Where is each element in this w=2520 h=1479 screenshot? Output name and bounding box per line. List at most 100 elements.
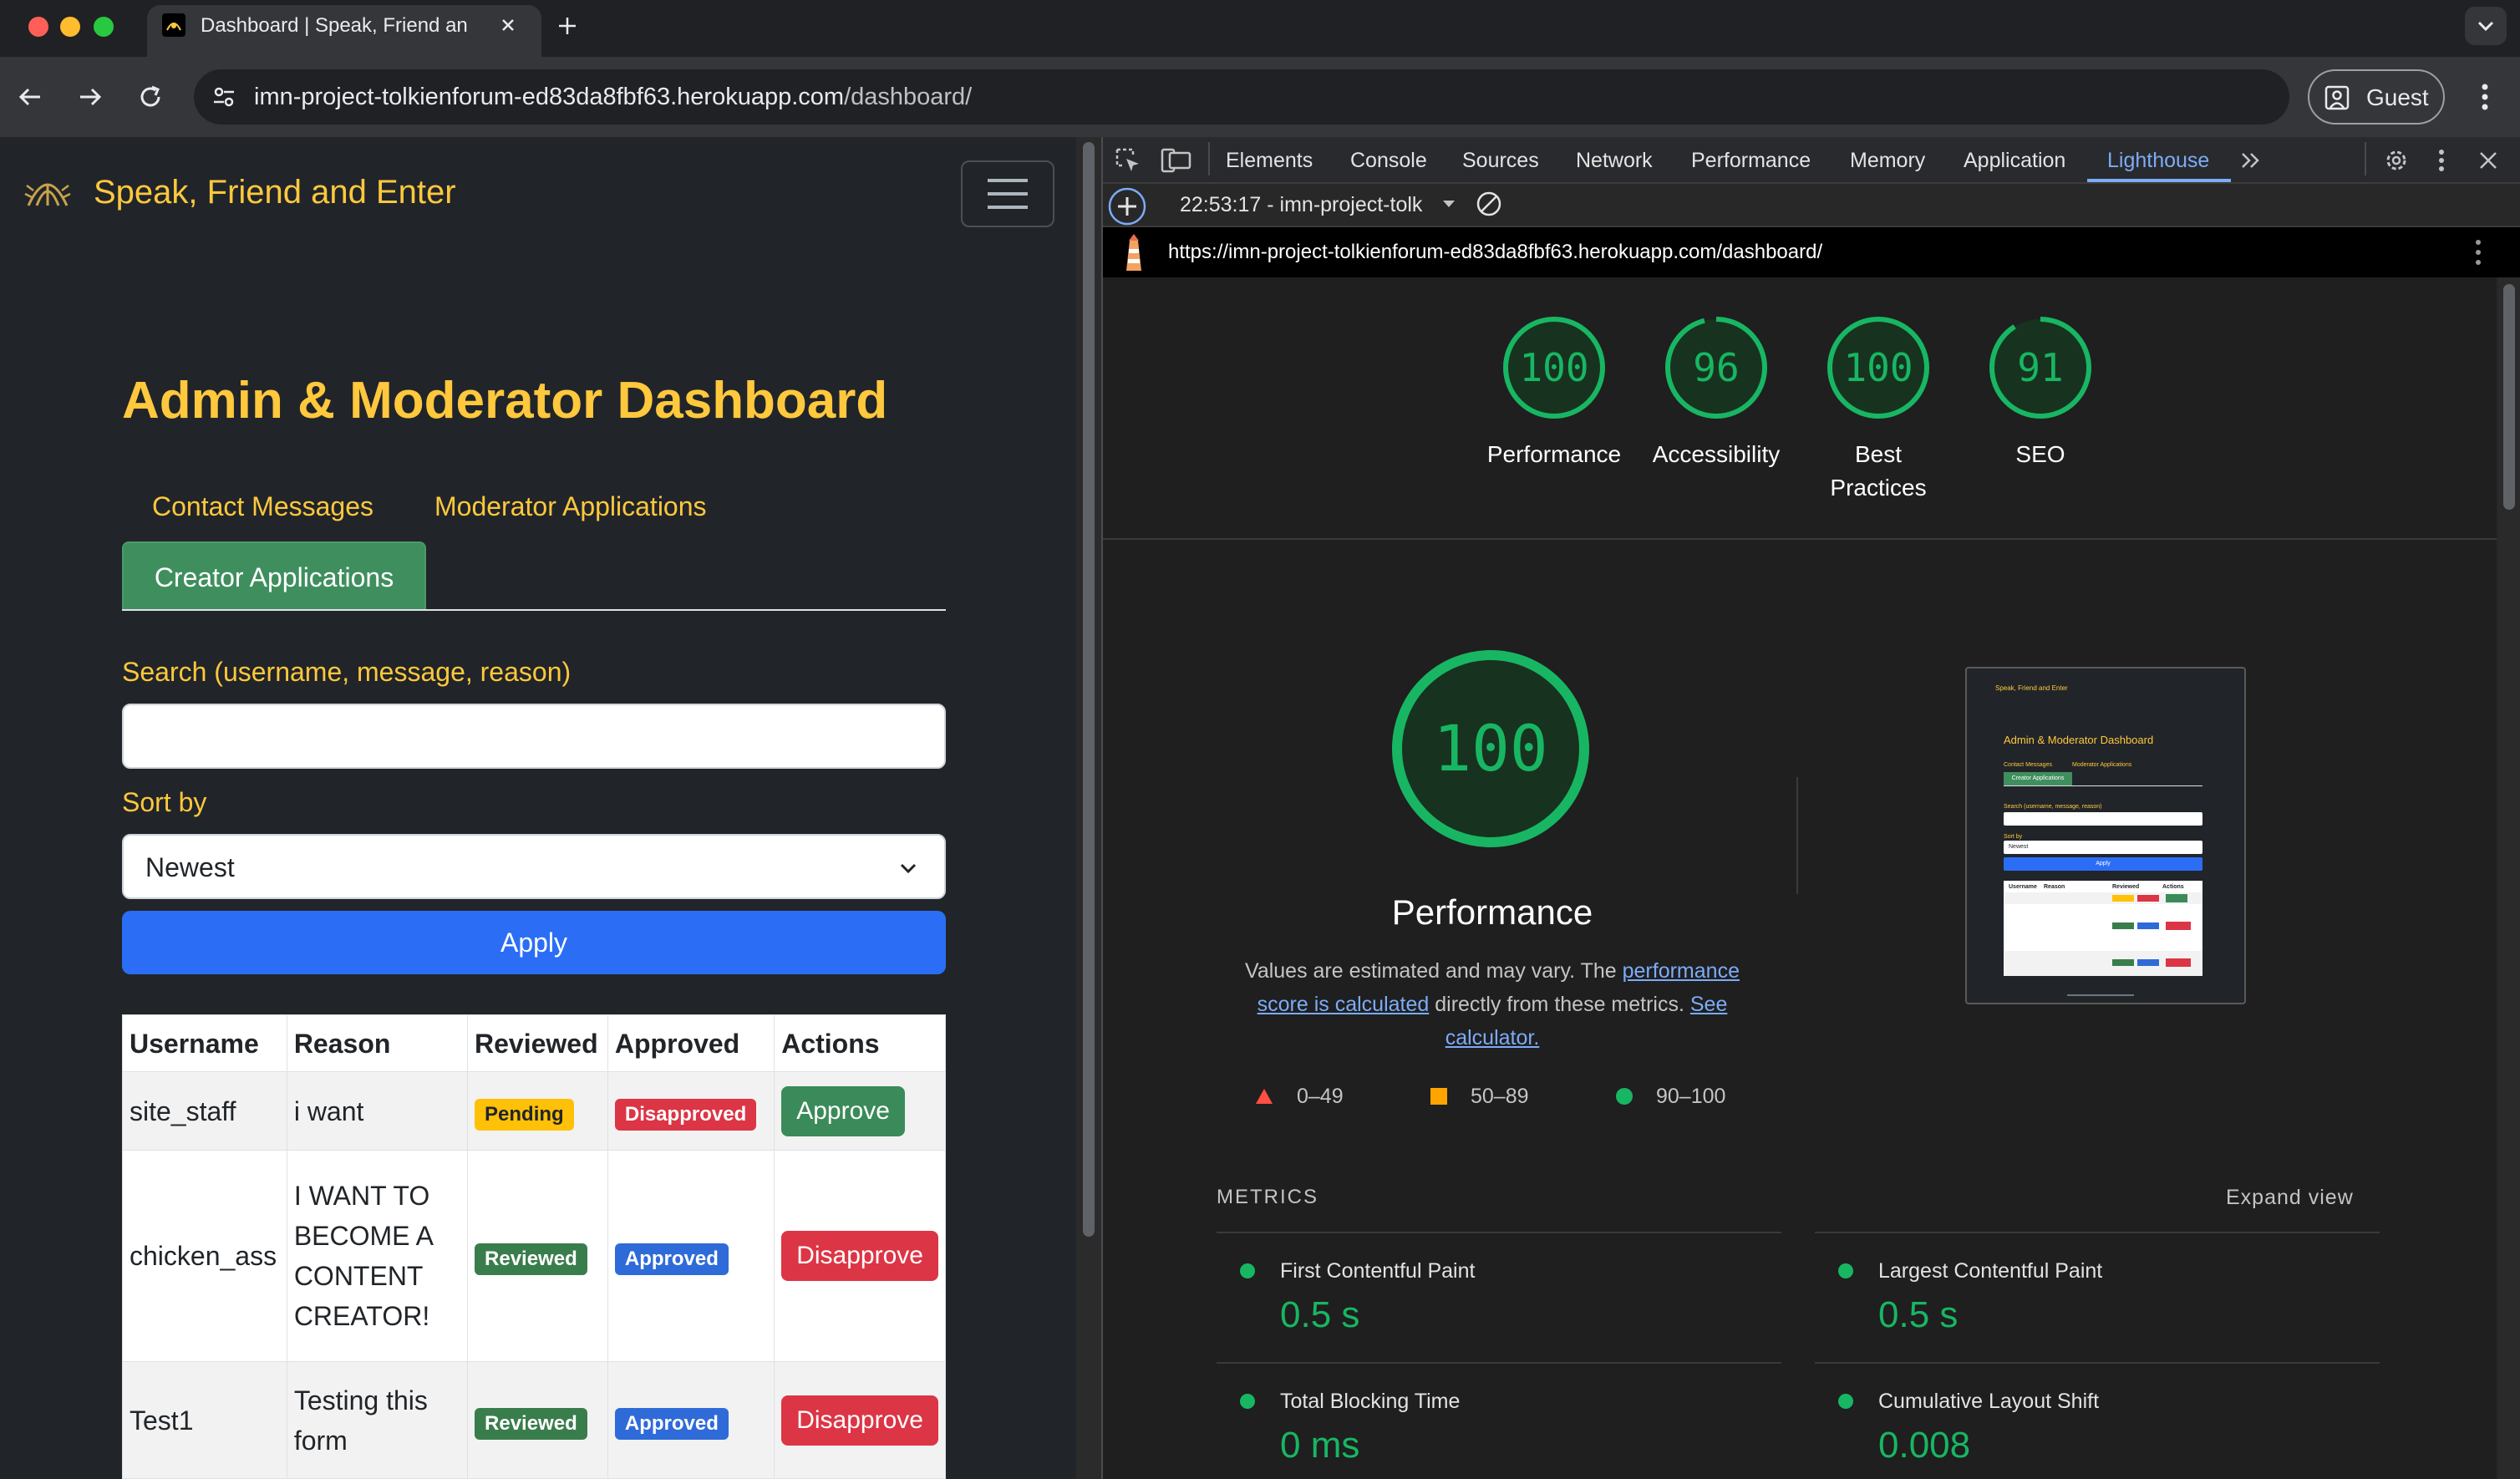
disapprove-button[interactable]: Disapprove bbox=[781, 1231, 938, 1282]
page-screenshot-thumbnail[interactable]: Speak, Friend and Enter Admin & Moderato… bbox=[1965, 667, 2246, 1004]
cell-approved: Approved bbox=[607, 1361, 775, 1479]
url-text: imn-project-tolkienforum-ed83da8fbf63.he… bbox=[254, 84, 973, 110]
site-brand[interactable]: Speak, Friend and Enter bbox=[94, 172, 456, 212]
reload-icon[interactable] bbox=[135, 82, 165, 112]
cell-actions: Disapprove bbox=[774, 1150, 946, 1363]
performance-gauge[interactable]: 100 bbox=[1501, 314, 1608, 421]
seo-gauge[interactable]: 91 bbox=[1987, 314, 2094, 421]
report-url[interactable]: https://imn-project-tolkienforum-ed83da8… bbox=[1168, 239, 1822, 266]
col-reason: Reason bbox=[286, 1014, 469, 1072]
metric-divider bbox=[1217, 1232, 1781, 1233]
cell-reviewed: Reviewed bbox=[467, 1150, 608, 1363]
thumb-title: Admin & Moderator Dashboard bbox=[2004, 734, 2154, 746]
website-viewport: Speak, Friend and Enter Admin & Moderato… bbox=[0, 137, 1076, 1479]
inspect-element-icon[interactable] bbox=[1113, 145, 1143, 175]
cell-approved: Approved bbox=[607, 1150, 775, 1363]
forward-icon[interactable] bbox=[75, 82, 105, 112]
metric-label-cls: Cumulative Layout Shift bbox=[1878, 1390, 2100, 1413]
maximize-window-button[interactable] bbox=[94, 17, 114, 37]
metric-label-lcp: Largest Contentful Paint bbox=[1878, 1259, 2103, 1283]
new-report-icon[interactable] bbox=[1106, 186, 1148, 227]
thumb-button bbox=[2166, 922, 2191, 930]
status-badge: Reviewed bbox=[475, 1407, 587, 1440]
minimize-window-button[interactable] bbox=[60, 17, 80, 37]
settings-gear-icon[interactable] bbox=[2381, 145, 2411, 175]
caret-down-icon[interactable] bbox=[1440, 196, 1457, 212]
performance-main-score: 100 bbox=[1433, 711, 1548, 785]
thumb-table: Username Reason Reviewed Actions bbox=[2004, 881, 2202, 976]
status-badge: Approved bbox=[614, 1407, 729, 1440]
performance-label: Performance bbox=[1486, 441, 1622, 467]
devtools-menu-icon[interactable] bbox=[2428, 145, 2455, 175]
best-practices-label: Best Practices bbox=[1830, 441, 1927, 501]
thumb-badge bbox=[2137, 959, 2159, 966]
navbar-toggle-button[interactable] bbox=[961, 160, 1054, 227]
site-info-icon[interactable] bbox=[209, 82, 239, 112]
close-tab-icon[interactable] bbox=[495, 12, 521, 38]
sort-select[interactable]: Newest bbox=[122, 834, 946, 899]
device-toolbar-icon[interactable] bbox=[1160, 145, 1191, 175]
metric-value-fcp: 0.5 s bbox=[1280, 1294, 1360, 1335]
new-tab-icon[interactable] bbox=[553, 12, 582, 40]
search-input[interactable] bbox=[122, 704, 946, 769]
search-label: Search (username, message, reason) bbox=[122, 657, 572, 687]
back-icon[interactable] bbox=[15, 82, 45, 112]
thumb-tab-2: Moderator Applications bbox=[2072, 762, 2132, 768]
tab-contact-messages[interactable]: Contact Messages bbox=[152, 490, 373, 523]
status-badge: Reviewed bbox=[475, 1243, 587, 1276]
devtools-tab-performance[interactable]: Performance bbox=[1691, 147, 1811, 174]
thumb-badge bbox=[2137, 895, 2159, 902]
pass-circle-icon bbox=[1838, 1394, 1853, 1409]
tab-title: Dashboard | Speak, Friend an bbox=[201, 14, 468, 37]
thumb-table-head: Reviewed bbox=[2112, 884, 2140, 890]
thumb-search-label: Search (username, message, reason) bbox=[2004, 804, 2102, 810]
page-scrollbar-thumb[interactable] bbox=[1083, 142, 1095, 1237]
devtools-tab-lighthouse[interactable]: Lighthouse bbox=[2107, 147, 2209, 174]
clear-reports-icon[interactable] bbox=[1474, 189, 1504, 219]
cell-username: site_staff bbox=[122, 1070, 287, 1151]
metric-label-fcp: First Contentful Paint bbox=[1280, 1259, 1476, 1283]
metric-value-tbt: 0 ms bbox=[1280, 1425, 1360, 1466]
report-menu-icon[interactable] bbox=[2467, 236, 2490, 269]
tab-search-button[interactable] bbox=[2465, 7, 2507, 45]
thumb-badge bbox=[2137, 922, 2159, 929]
close-window-button[interactable] bbox=[28, 17, 48, 37]
thumb-badge bbox=[2112, 922, 2134, 929]
guest-profile-button[interactable]: Guest bbox=[2308, 69, 2445, 125]
cell-reason: i want bbox=[286, 1070, 469, 1151]
best-practices-score: 100 bbox=[1843, 345, 1913, 390]
accessibility-gauge[interactable]: 96 bbox=[1663, 314, 1770, 421]
devtools-tab-memory[interactable]: Memory bbox=[1850, 147, 1925, 174]
more-tabs-icon[interactable] bbox=[2238, 147, 2264, 174]
browser-menu-icon[interactable] bbox=[2470, 80, 2500, 114]
sort-selected-value: Newest bbox=[145, 852, 235, 882]
best-practices-gauge[interactable]: 100 bbox=[1825, 314, 1932, 421]
status-badge: Disapproved bbox=[614, 1098, 757, 1131]
report-scrollbar-thumb[interactable] bbox=[2503, 284, 2515, 510]
thumb-tab-active: Creator Applications bbox=[2004, 772, 2072, 785]
desc-text: Values are estimated and may vary. The bbox=[1245, 959, 1623, 983]
thumb-table-head: Actions bbox=[2162, 884, 2184, 890]
tab-creator-applications[interactable]: Creator Applications bbox=[122, 541, 426, 610]
devtools-tab-sources[interactable]: Sources bbox=[1462, 147, 1539, 174]
pass-circle-icon bbox=[1240, 1394, 1255, 1409]
thumb-badge bbox=[2112, 895, 2134, 902]
close-devtools-icon[interactable] bbox=[2473, 145, 2503, 175]
fail-triangle-icon bbox=[1255, 1088, 1273, 1105]
devtools-tab-console[interactable]: Console bbox=[1350, 147, 1427, 174]
disapprove-button[interactable]: Disapprove bbox=[781, 1395, 938, 1446]
approve-button[interactable]: Approve bbox=[781, 1085, 905, 1136]
apply-button[interactable]: Apply bbox=[122, 911, 946, 974]
expand-view-toggle[interactable]: Expand view bbox=[2226, 1185, 2354, 1210]
report-selector[interactable]: 22:53:17 - imn-project-tolk bbox=[1180, 191, 1422, 219]
performance-main-title: Performance bbox=[1391, 892, 1593, 932]
metric-divider bbox=[1217, 1362, 1781, 1364]
thumb-scroll-indicator bbox=[2067, 994, 2134, 996]
devtools-tab-network[interactable]: Network bbox=[1576, 147, 1653, 174]
devtools-tab-application[interactable]: Application bbox=[1964, 147, 2065, 174]
devtools-tab-elements[interactable]: Elements bbox=[1226, 147, 1313, 174]
cell-reviewed: Reviewed bbox=[467, 1361, 608, 1479]
table-row: site_staff i want Pending Disapproved Ap… bbox=[122, 1070, 946, 1151]
tab-moderator-applications[interactable]: Moderator Applications bbox=[434, 490, 707, 523]
performance-main-gauge: 100 bbox=[1389, 647, 1593, 851]
